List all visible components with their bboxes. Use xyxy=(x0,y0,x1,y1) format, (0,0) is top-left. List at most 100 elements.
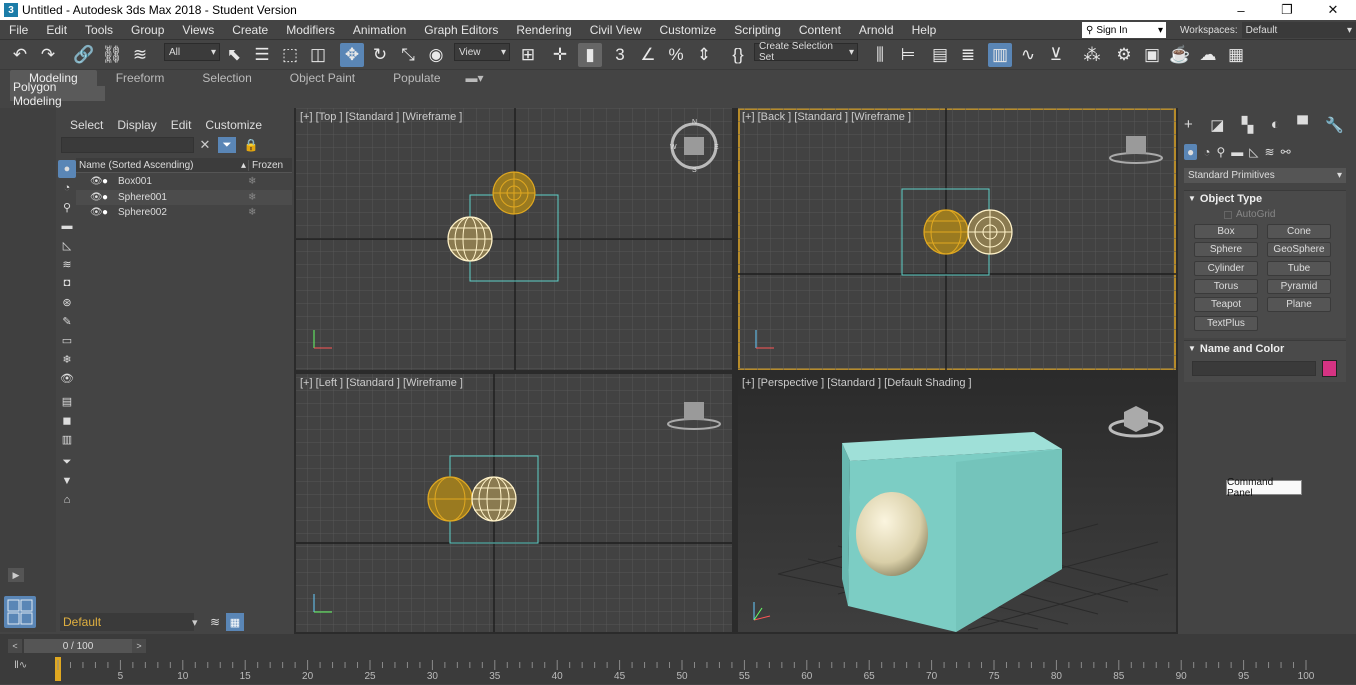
scene-search-input[interactable] xyxy=(61,137,194,153)
se-menu-customize[interactable]: Customize xyxy=(205,118,262,132)
toggle-layer-explorer-icon[interactable]: ≣ xyxy=(956,43,980,67)
hierarchy-icon[interactable]: ⌂ xyxy=(58,491,76,509)
toggle-scene-explorer-icon[interactable]: ▤ xyxy=(928,43,952,67)
visibility-eye-icon[interactable]: 👁 xyxy=(90,192,103,203)
display-xrefs-icon[interactable]: ⊛ xyxy=(58,293,76,311)
torus-button[interactable]: Torus xyxy=(1194,279,1258,294)
col-frozen-header[interactable]: Frozen xyxy=(248,159,292,171)
name-and-color-title[interactable]: Name and Color xyxy=(1200,343,1284,355)
helpers-icon[interactable]: ◺ xyxy=(1249,145,1258,159)
menu-views[interactable]: Views xyxy=(173,23,223,37)
viewport-top-label[interactable]: [+] [Top ] [Standard ] [Wireframe ] xyxy=(300,111,462,123)
utilities-tab-icon[interactable]: 🔧 xyxy=(1325,116,1344,138)
frozen-snowflake-icon[interactable]: ❄ xyxy=(248,176,292,187)
mirror-icon[interactable]: ⫼ xyxy=(868,43,892,67)
collapse-icon[interactable]: ▼ xyxy=(1188,194,1196,203)
selection-set-dropdown[interactable]: Create Selection Set ▾ xyxy=(754,41,858,63)
primitive-category-dropdown[interactable]: Standard Primitives ▾ xyxy=(1184,168,1346,183)
angle-snap-icon[interactable]: ∠ xyxy=(636,43,660,67)
sign-in-dropdown[interactable]: ⚲ Sign In ▾ xyxy=(1082,22,1166,38)
curve-editor-icon[interactable]: ∿ xyxy=(1016,43,1040,67)
render-in-cloud-icon[interactable]: ☁ xyxy=(1196,43,1220,67)
se-menu-edit[interactable]: Edit xyxy=(171,118,192,132)
create-tab-icon[interactable]: + xyxy=(1184,116,1193,138)
menu-file[interactable]: File xyxy=(0,23,37,37)
mini-curve-editor-icon[interactable]: Ⅱ∿ xyxy=(14,660,44,674)
schematic-view-icon[interactable]: ⊻ xyxy=(1044,43,1068,67)
minimize-button[interactable]: – xyxy=(1218,3,1264,18)
menu-scripting[interactable]: Scripting xyxy=(725,23,790,37)
select-manipulate-icon[interactable]: ✛ xyxy=(548,43,572,67)
display-frozen-icon[interactable]: ❄ xyxy=(58,350,76,368)
viewport-left-label[interactable]: [+] [Left ] [Standard ] [Wireframe ] xyxy=(300,377,463,389)
menu-create[interactable]: Create xyxy=(223,23,277,37)
redo-icon[interactable]: ↷ xyxy=(36,43,60,67)
expand-layout-icon[interactable]: ▶ xyxy=(8,568,24,582)
restore-button[interactable]: ❐ xyxy=(1264,2,1310,18)
display-bones-icon[interactable]: ✎ xyxy=(58,312,76,330)
viewport-layout-icon[interactable] xyxy=(4,596,36,628)
lights-icon[interactable]: ⚲ xyxy=(1217,145,1226,159)
window-crossing-icon[interactable]: ◫ xyxy=(306,43,330,67)
menu-group[interactable]: Group xyxy=(122,23,173,37)
display-geometry-icon[interactable]: ● xyxy=(58,160,76,178)
space-warps-icon[interactable]: ≋ xyxy=(1265,145,1275,159)
menu-tools[interactable]: Tools xyxy=(76,23,122,37)
frozen-snowflake-icon[interactable]: ❄ xyxy=(248,192,292,203)
display-lights-icon[interactable]: ⚲ xyxy=(58,198,76,216)
menu-edit[interactable]: Edit xyxy=(37,23,76,37)
rendered-frame-window-icon[interactable]: ▣ xyxy=(1140,43,1164,67)
snaps-toggle-icon[interactable]: 3 xyxy=(608,43,632,67)
select-object-icon[interactable]: ⬉ xyxy=(222,43,246,67)
filter-icon[interactable]: ⏷ xyxy=(218,137,236,153)
layer-selector[interactable]: Default xyxy=(60,613,194,631)
a360-gallery-icon[interactable]: ▦ xyxy=(1224,43,1248,67)
menu-customize[interactable]: Customize xyxy=(651,23,726,37)
tab-populate[interactable]: Populate xyxy=(374,70,459,86)
polygon-modeling-panel[interactable]: Polygon Modeling xyxy=(10,80,105,108)
menu-graph-editors[interactable]: Graph Editors xyxy=(415,23,507,37)
object-name-input[interactable] xyxy=(1192,361,1316,376)
ribbon-options-icon[interactable]: ▬▾ xyxy=(460,70,490,86)
box-button[interactable]: Box xyxy=(1194,224,1258,239)
spinner-snap-icon[interactable]: ⇕ xyxy=(692,43,716,67)
bind-space-warp-icon[interactable]: ≋ xyxy=(128,43,152,67)
selection-filter-dropdown[interactable]: All ▾ xyxy=(164,43,220,61)
viewport-top[interactable]: N S W E [+] [Top ] [Standard ] [Wireframe … xyxy=(296,108,732,370)
select-none-icon[interactable]: ◼ xyxy=(58,411,76,429)
tab-object-paint[interactable]: Object Paint xyxy=(271,70,374,86)
motion-tab-icon[interactable]: ◐ xyxy=(1271,116,1280,138)
timeline-track[interactable]: 5 10 15 20 25 30 35 40 45 50 55 60 65 70 75 80 85 90 95 100 xyxy=(54,656,1316,682)
viewport-left[interactable]: [+] [Left ] [Standard ] [Wireframe ] xyxy=(296,374,732,632)
select-by-name-icon[interactable]: ☰ xyxy=(250,43,274,67)
tab-freeform[interactable]: Freeform xyxy=(97,70,184,86)
lock-icon[interactable]: 🔒 xyxy=(244,137,259,153)
filter-toggle-icon[interactable]: ⏷ xyxy=(58,453,76,471)
menu-animation[interactable]: Animation xyxy=(344,23,415,37)
reference-coordinate-dropdown[interactable]: View ▾ xyxy=(454,43,510,61)
menu-help[interactable]: Help xyxy=(903,23,946,37)
display-tab-icon[interactable]: ▀ xyxy=(1297,116,1308,138)
filter-mode-icon[interactable]: ▼ xyxy=(58,472,76,490)
visibility-eye-icon[interactable]: 👁 xyxy=(90,176,103,187)
cameras-icon[interactable]: ▬ xyxy=(1231,145,1243,159)
select-and-move-icon[interactable]: ✥ xyxy=(340,43,364,67)
viewport-perspective[interactable]: [+] [Perspective ] [Standard ] [Default … xyxy=(738,374,1176,632)
select-and-scale-icon[interactable]: ⤡ xyxy=(396,43,420,67)
percent-snap-icon[interactable]: % xyxy=(664,43,688,67)
menu-content[interactable]: Content xyxy=(790,23,850,37)
toggle-ribbon-icon[interactable]: ▥ xyxy=(988,43,1012,67)
shapes-icon[interactable]: ◔ xyxy=(1203,145,1210,159)
menu-modifiers[interactable]: Modifiers xyxy=(277,23,344,37)
tube-button[interactable]: Tube xyxy=(1267,261,1331,276)
sort-by-hierarchy-icon[interactable]: ▦ xyxy=(226,613,244,631)
se-menu-select[interactable]: Select xyxy=(70,118,103,132)
link-icon[interactable]: 🔗 xyxy=(72,43,96,67)
workspaces-selector[interactable]: Workspaces: Default ▾ xyxy=(1180,22,1356,38)
se-menu-display[interactable]: Display xyxy=(117,118,156,132)
display-containers-icon[interactable]: ▭ xyxy=(58,331,76,349)
select-invert-icon[interactable]: ▥ xyxy=(58,430,76,448)
plane-button[interactable]: Plane xyxy=(1267,297,1331,312)
object-color-swatch[interactable] xyxy=(1322,360,1337,377)
close-button[interactable]: ✕ xyxy=(1310,2,1356,18)
